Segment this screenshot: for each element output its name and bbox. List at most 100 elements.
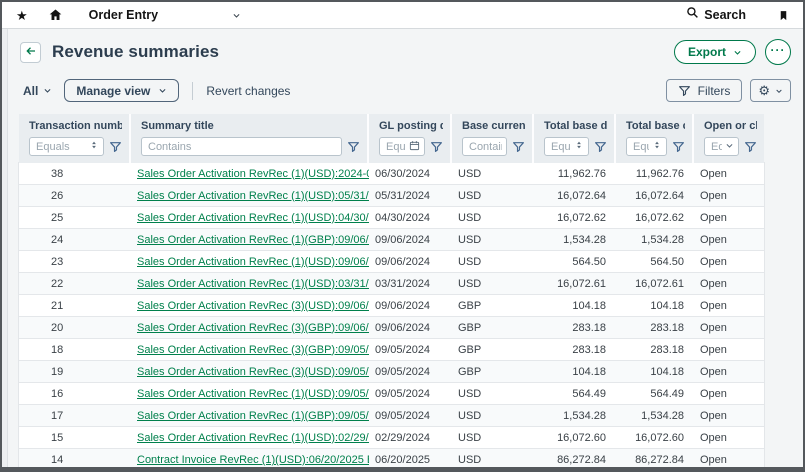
filter-gl-posting-date[interactable]: Equa <box>379 137 425 156</box>
filter-funnel-icon[interactable] <box>594 140 607 153</box>
gear-icon: ⚙ <box>758 84 770 97</box>
summary-title-cell: Contract Invoice RevRec (1)(USD):06/20/2… <box>131 454 369 466</box>
base-currency-cell: GBP <box>452 344 534 356</box>
filter-placeholder: Contains <box>148 141 337 153</box>
view-selector[interactable]: All <box>23 84 52 98</box>
base-currency-cell: USD <box>452 190 534 202</box>
grid-settings-button[interactable]: ⚙ <box>750 79 791 102</box>
summary-title-link[interactable]: Sales Order Activation RevRec (1)(USD):0… <box>137 388 369 400</box>
stepper-icon <box>574 139 584 154</box>
filter-total-base-credit[interactable]: Equals <box>626 137 667 156</box>
transaction-number-cell: 23 <box>19 256 131 268</box>
filter-transaction-number[interactable]: Equals <box>29 137 104 156</box>
open-or-closed-cell: Open <box>694 322 764 334</box>
summary-title-link[interactable]: Sales Order Activation RevRec (1)(GBP):0… <box>137 234 369 246</box>
summary-title-link[interactable]: Sales Order Activation RevRec (3)(GBP):0… <box>137 344 369 356</box>
summary-title-cell: Sales Order Activation RevRec (1)(USD):0… <box>131 256 369 268</box>
summary-title-cell: Sales Order Activation RevRec (3)(GBP):0… <box>131 344 369 356</box>
filter-funnel-icon[interactable] <box>744 140 757 153</box>
summary-title-link[interactable]: Sales Order Activation RevRec (1)(USD):0… <box>137 256 369 268</box>
summary-title-link[interactable]: Contract Invoice RevRec (1)(USD):06/20/2… <box>137 454 369 466</box>
chevron-down-icon <box>232 11 241 20</box>
summary-title-cell: Sales Order Activation RevRec (1)(GBP):0… <box>131 410 369 422</box>
column-label: Transaction number <box>29 120 122 132</box>
ellipsis-icon: ··· <box>771 43 786 57</box>
filter-placeholder: Equals <box>551 141 571 153</box>
column-label: Summary title <box>141 120 360 132</box>
table-row: 25Sales Order Activation RevRec (1)(USD)… <box>19 207 764 229</box>
filter-open-or-closed[interactable]: Equals <box>704 137 739 156</box>
table-row: 18Sales Order Activation RevRec (3)(GBP)… <box>19 339 764 361</box>
filter-base-currency[interactable]: Contains <box>462 137 507 156</box>
filter-funnel-icon[interactable] <box>430 140 443 153</box>
page-header: Revenue summaries Export ··· <box>20 38 791 66</box>
gl-posting-date-cell: 02/29/2024 <box>369 432 452 444</box>
filter-row: Equals <box>626 137 685 156</box>
table-body: 38Sales Order Activation RevRec (1)(USD)… <box>19 163 764 471</box>
filter-placeholder: Equals <box>711 141 722 153</box>
summary-title-link[interactable]: Sales Order Activation RevRec (1)(USD):0… <box>137 278 369 290</box>
filter-funnel-icon[interactable] <box>512 140 525 153</box>
summary-title-link[interactable]: Sales Order Activation RevRec (1)(USD):0… <box>137 432 369 444</box>
open-or-closed-cell: Open <box>694 212 764 224</box>
total-base-debit-cell: 564.49 <box>534 388 616 400</box>
summary-title-link[interactable]: Sales Order Activation RevRec (1)(GBP):0… <box>137 410 369 422</box>
export-label: Export <box>688 45 726 59</box>
total-base-credit-cell: 564.50 <box>616 256 694 268</box>
app-switcher[interactable]: Order Entry <box>89 8 241 22</box>
base-currency-cell: GBP <box>452 300 534 312</box>
stepper-icon <box>89 139 99 154</box>
total-base-debit-cell: 11,962.76 <box>534 168 616 180</box>
more-actions-button[interactable]: ··· <box>765 39 791 65</box>
stepper-icon <box>652 139 662 154</box>
summary-title-link[interactable]: Sales Order Activation RevRec (1)(USD):2… <box>137 168 369 180</box>
total-base-credit-cell: 16,072.64 <box>616 190 694 202</box>
total-base-credit-cell: 283.18 <box>616 344 694 356</box>
table-header-row: Transaction number Equals Summary title Con… <box>19 114 764 163</box>
favorites-star-icon[interactable]: ★ <box>16 9 28 22</box>
summary-title-cell: Sales Order Activation RevRec (3)(GBP):0… <box>131 322 369 334</box>
search-button[interactable]: Search <box>686 6 746 24</box>
home-icon[interactable] <box>48 8 63 22</box>
gl-posting-date-cell: 09/05/2024 <box>369 344 452 356</box>
gl-posting-date-cell: 09/06/2024 <box>369 234 452 246</box>
summary-title-link[interactable]: Sales Order Activation RevRec (1)(USD):0… <box>137 212 369 224</box>
total-base-debit-cell: 16,072.64 <box>534 190 616 202</box>
summary-title-link[interactable]: Sales Order Activation RevRec (3)(GBP):0… <box>137 322 369 334</box>
chevron-down-icon <box>775 87 783 95</box>
main-area: Revenue summaries Export ··· All <box>8 29 803 467</box>
table-row: 21Sales Order Activation RevRec (3)(USD)… <box>19 295 764 317</box>
filter-summary-title[interactable]: Contains <box>141 137 342 156</box>
base-currency-cell: USD <box>452 432 534 444</box>
back-button[interactable] <box>20 42 41 63</box>
total-base-debit-cell: 16,072.60 <box>534 432 616 444</box>
column-header-transaction-number: Transaction number Equals <box>19 114 131 163</box>
bookmark-icon[interactable] <box>778 9 789 22</box>
revert-changes-link[interactable]: Revert changes <box>206 84 290 98</box>
filters-label: Filters <box>698 84 731 98</box>
base-currency-cell: GBP <box>452 322 534 334</box>
export-button[interactable]: Export <box>674 40 756 64</box>
column-header-gl-posting-date: GL posting dateEqua <box>369 114 452 163</box>
manage-view-button[interactable]: Manage view <box>64 79 179 102</box>
column-label: Open or closed <box>704 120 757 132</box>
revenue-summaries-table: Transaction number Equals Summary title Con… <box>19 114 764 471</box>
app-window: ★ Order Entry Search <box>0 0 805 472</box>
summary-title-link[interactable]: Sales Order Activation RevRec (3)(USD):0… <box>137 366 369 378</box>
open-or-closed-cell: Open <box>694 278 764 290</box>
chevron-down-icon <box>733 48 742 57</box>
filter-funnel-icon[interactable] <box>109 140 122 153</box>
filter-total-base-debit[interactable]: Equals <box>544 137 589 156</box>
filter-funnel-icon[interactable] <box>347 140 360 153</box>
filter-funnel-icon[interactable] <box>672 140 685 153</box>
summary-title-link[interactable]: Sales Order Activation RevRec (1)(USD):0… <box>137 190 369 202</box>
summary-title-cell: Sales Order Activation RevRec (1)(USD):0… <box>131 212 369 224</box>
total-base-credit-cell: 104.18 <box>616 366 694 378</box>
column-header-total-base-credit: Total base creditEquals <box>616 114 694 163</box>
filters-button[interactable]: Filters <box>666 79 743 102</box>
summary-title-link[interactable]: Sales Order Activation RevRec (3)(USD):0… <box>137 300 369 312</box>
topbar: ★ Order Entry Search <box>2 2 803 29</box>
open-or-closed-cell: Open <box>694 366 764 378</box>
filter-funnel-icon <box>678 84 691 97</box>
column-header-summary-title: Summary title Contains <box>131 114 369 163</box>
